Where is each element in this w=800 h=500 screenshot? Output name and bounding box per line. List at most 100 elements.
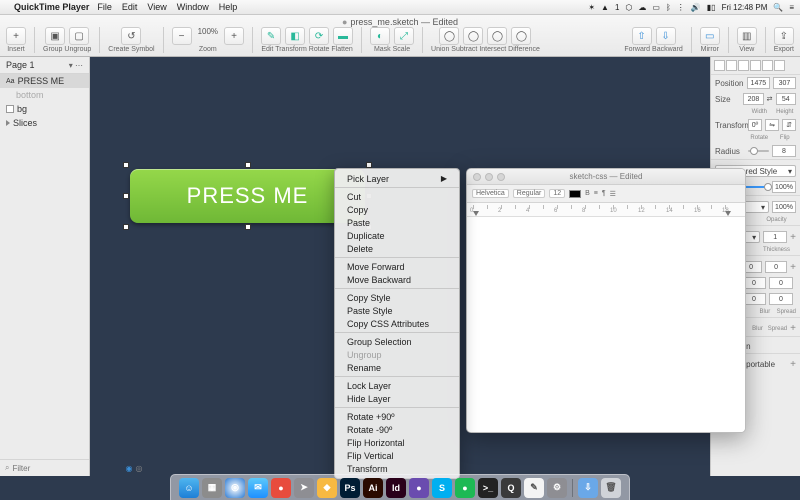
layer-row[interactable]: bg [0,102,89,116]
dock-skype-icon[interactable]: S [432,478,452,498]
flip-v-button[interactable]: ⇵ [782,119,796,131]
menu-window[interactable]: Window [177,2,209,12]
clock[interactable]: Fri 12:48 PM [722,3,768,12]
align-button[interactable]: ≡ [594,190,598,197]
align-bottom-button[interactable] [774,60,785,71]
font-size-select[interactable]: 12 [549,189,565,198]
adobe-cc-icon[interactable]: ▲ [601,3,609,12]
textedit-ruler[interactable]: 024681012141618 [467,203,745,217]
align-center-button[interactable] [726,60,737,71]
add-border-button[interactable]: + [790,232,796,243]
align-middle-button[interactable] [762,60,773,71]
spotlight-icon[interactable]: 🔍 [773,3,783,12]
page-selector[interactable]: Page 1▾ ⋯ [0,57,89,74]
layer-row[interactable]: AaPRESS ME [0,74,89,88]
filter-options-icon-2[interactable]: ◎ [135,464,142,473]
opacity-input[interactable]: 100% [772,181,796,193]
resize-handle-bm[interactable] [245,224,251,230]
press-me-button-layer[interactable]: PRESS ME [130,169,365,223]
ctx-pick-layer[interactable]: Pick Layer▶ [335,172,459,185]
dock-maps-icon[interactable]: ➤ [294,478,314,498]
group-button[interactable]: ▣ [45,27,65,45]
ctx-rotate-90-[interactable]: Rotate -90º [335,423,459,436]
mask-button[interactable]: ◐ [370,27,390,45]
evernote-icon[interactable]: ✶ [588,3,595,12]
text-color-swatch[interactable] [569,190,581,198]
resize-handle-tm[interactable] [245,162,251,168]
align-right-button[interactable] [738,60,749,71]
create-symbol-button[interactable]: ↺ [121,27,141,45]
layer-filter-input[interactable] [12,464,122,473]
ctx-group-selection[interactable]: Group Selection [335,335,459,348]
edit-button[interactable]: ✎ [261,27,281,45]
cloud-icon[interactable]: ☁ [638,3,646,12]
export-button[interactable]: ⇪ [774,27,794,45]
zoom-in-button[interactable]: + [224,27,244,45]
dropbox-icon[interactable]: ⬡ [625,3,632,12]
dock-downloads-icon[interactable]: ⇩ [578,478,598,498]
display-icon[interactable]: ▭ [652,3,660,12]
ungroup-button[interactable]: ▢ [69,27,89,45]
ctx-lock-layer[interactable]: Lock Layer [335,379,459,392]
dock-mail-icon[interactable]: ✉ [248,478,268,498]
resize-handle-tl[interactable] [123,162,129,168]
status-count[interactable]: 1 [615,3,619,12]
zoom-out-button[interactable]: − [172,27,192,45]
ctx-flip-vertical[interactable]: Flip Vertical [335,449,459,462]
textedit-titlebar[interactable]: sketch-css — Edited [467,169,745,185]
dock-illustrator-icon[interactable]: Ai [363,478,383,498]
dock-launchpad-icon[interactable]: ▦ [202,478,222,498]
thickness-input[interactable]: 1 [763,231,787,243]
flatten-button[interactable]: ▬ [333,27,353,45]
layer-row[interactable]: Slices [0,116,89,130]
layer-row[interactable]: bottom [0,88,89,102]
view-button[interactable]: ▥ [737,27,757,45]
insert-button[interactable]: + [6,27,26,45]
ctx-copy-css-attributes[interactable]: Copy CSS Attributes [335,317,459,330]
rotate-button[interactable]: ⟳ [309,27,329,45]
menu-view[interactable]: View [147,2,166,12]
resize-handle-bl[interactable] [123,224,129,230]
difference-button[interactable]: ◯ [511,27,531,45]
bold-button[interactable]: B [585,190,590,197]
ctx-rename[interactable]: Rename [335,361,459,374]
dock-messages-icon[interactable]: ● [271,478,291,498]
backward-button[interactable]: ⇩ [656,27,676,45]
dock-settings-icon[interactable]: ⚙ [547,478,567,498]
mirror-button[interactable]: ▭ [700,27,720,45]
ctx-rotate-90-[interactable]: Rotate +90º [335,410,459,423]
height-input[interactable]: 54 [776,93,796,105]
radius-slider[interactable] [748,150,769,152]
dock-app-a-icon[interactable]: ● [409,478,429,498]
font-select[interactable]: Helvetica [472,189,509,198]
rotate-input[interactable]: 0º [748,119,762,131]
width-input[interactable]: 208 [743,93,763,105]
flip-h-button[interactable]: ⇋ [765,119,779,131]
pos-x-input[interactable]: 1475 [747,77,770,89]
scale-button[interactable]: ⤢ [394,27,414,45]
resize-handle-ml[interactable] [123,193,129,199]
radius-input[interactable]: 8 [772,145,796,157]
dock-photoshop-icon[interactable]: Ps [340,478,360,498]
intersect-button[interactable]: ◯ [487,27,507,45]
dock-spotify-icon[interactable]: ● [455,478,475,498]
ctx-hide-layer[interactable]: Hide Layer [335,392,459,405]
forward-button[interactable]: ⇧ [632,27,652,45]
menu-file[interactable]: File [97,2,112,12]
ctx-move-backward[interactable]: Move Backward [335,273,459,286]
filter-options-icon[interactable]: ◉ [125,464,132,473]
active-app-name[interactable]: QuickTime Player [14,2,89,12]
dock-terminal-icon[interactable]: >_ [478,478,498,498]
ctx-paste[interactable]: Paste [335,216,459,229]
menu-edit[interactable]: Edit [122,2,138,12]
dock-trash-icon[interactable]: 🗑 [601,478,621,498]
pos-y-input[interactable]: 307 [773,77,796,89]
dock-finder-icon[interactable]: ☺ [179,478,199,498]
spacing-button[interactable]: ¶ [602,190,606,197]
ctx-copy-style[interactable]: Copy Style [335,291,459,304]
battery-icon[interactable]: ▮▯ [707,3,716,12]
font-style-select[interactable]: Regular [513,189,546,198]
dock-safari-icon[interactable]: ◎ [225,478,245,498]
ctx-move-forward[interactable]: Move Forward [335,260,459,273]
align-left-button[interactable] [714,60,725,71]
